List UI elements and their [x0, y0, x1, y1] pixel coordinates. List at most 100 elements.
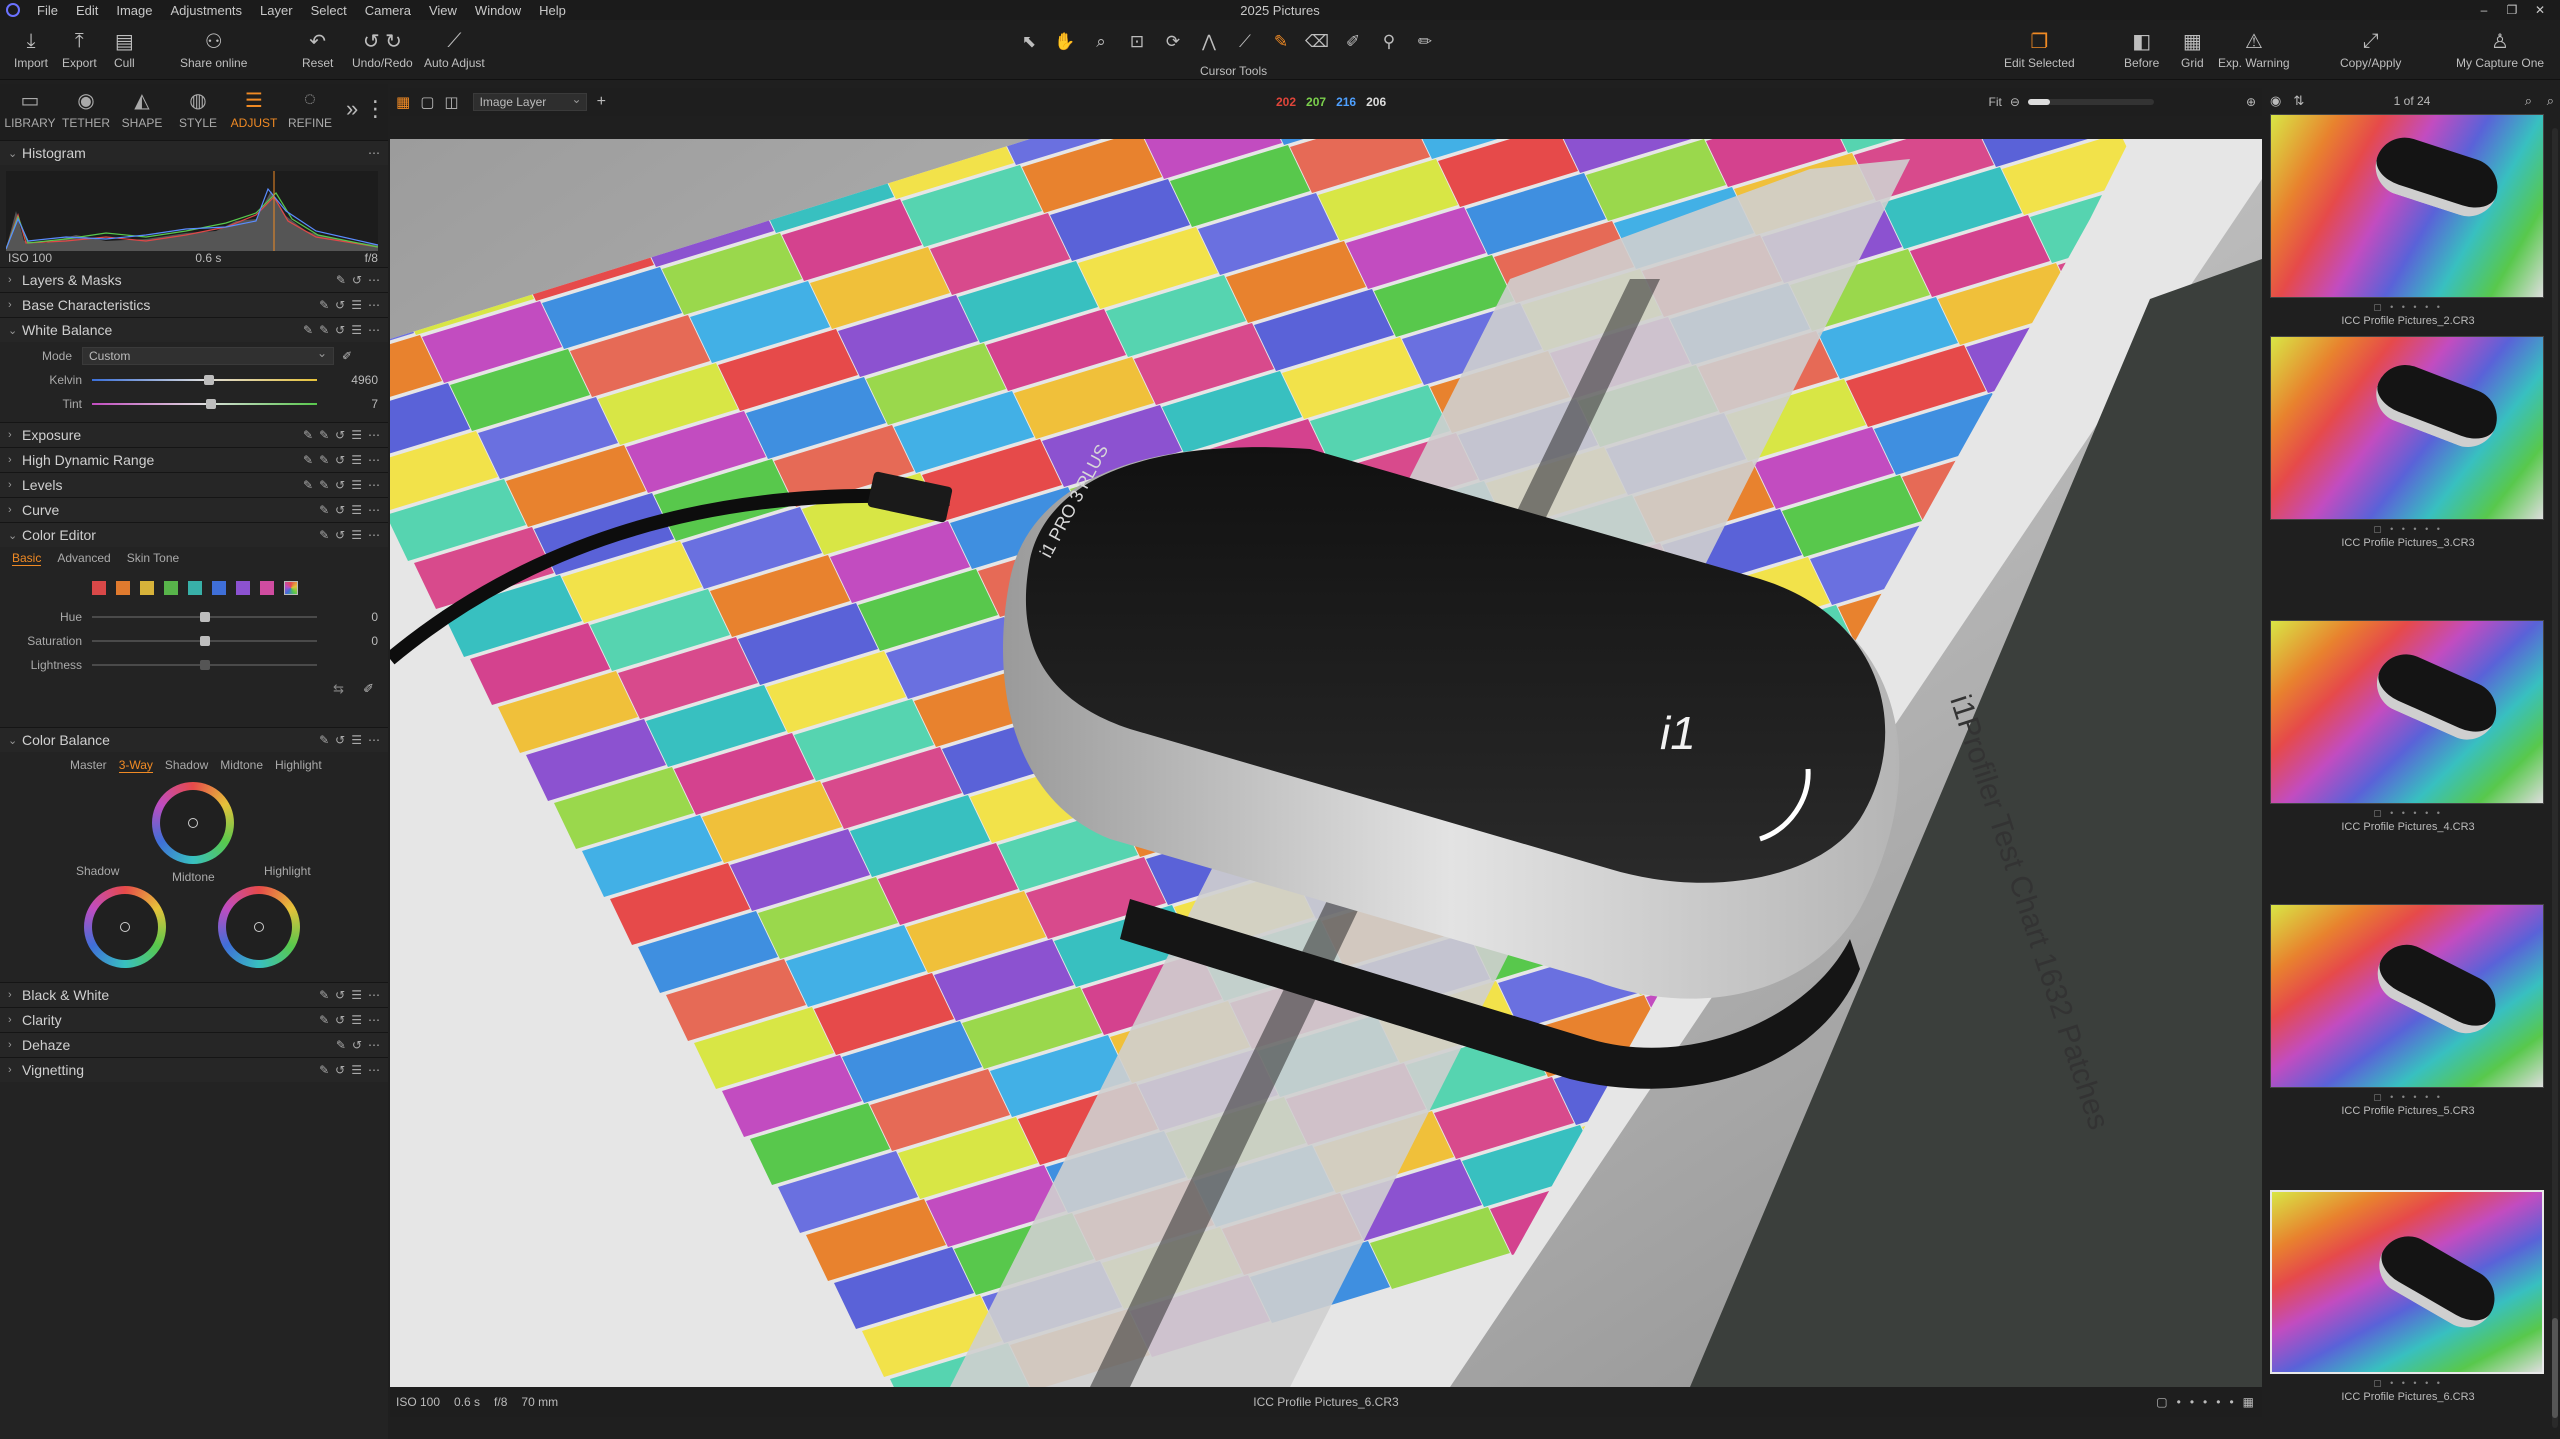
single-view-icon[interactable]: ▢	[420, 93, 434, 111]
tint-slider-handle[interactable]	[205, 399, 216, 409]
menu-camera[interactable]: Camera	[356, 3, 420, 18]
reset-icon[interactable]: ↺	[335, 528, 345, 542]
tab-highlight[interactable]: Highlight	[275, 758, 322, 773]
kelvin-slider[interactable]	[92, 370, 317, 390]
menu-icon[interactable]: ☰	[351, 733, 362, 747]
tab-3-way[interactable]: 3-Way	[118, 758, 153, 773]
more-icon[interactable]: ⋯	[368, 428, 380, 442]
shadow-color-wheel[interactable]	[84, 886, 166, 968]
menu-edit[interactable]: Edit	[67, 3, 107, 18]
select-cursor-icon[interactable]: ⬉	[1014, 32, 1044, 52]
picker-icon[interactable]: ✎	[319, 478, 329, 492]
tint-value[interactable]: 7	[328, 397, 378, 411]
reset-icon[interactable]: ↺	[352, 1038, 362, 1052]
add-layer-icon[interactable]: +	[597, 93, 606, 111]
more-icon[interactable]: ⋯	[368, 453, 380, 467]
share-online-button[interactable]: ⚇ Share online	[180, 26, 247, 71]
saturation-slider[interactable]	[92, 631, 317, 651]
midtone-color-wheel[interactable]	[152, 782, 234, 864]
color-tag-icon[interactable]: ▢	[2156, 1395, 2167, 1409]
brush-icon[interactable]: ✎	[303, 428, 313, 442]
thumbnail-image[interactable]	[2270, 1190, 2544, 1374]
reset-icon[interactable]: ↺	[335, 988, 345, 1002]
section-levels[interactable]: › Levels ✎ ✎ ↺ ☰ ⋯	[0, 472, 388, 497]
tab-advanced[interactable]: Advanced	[57, 551, 110, 566]
menu-icon[interactable]: ☰	[351, 528, 362, 542]
menu-file[interactable]: File	[28, 3, 67, 18]
copy-apply-button[interactable]: ⤢ Copy/Apply	[2340, 26, 2401, 71]
menu-image[interactable]: Image	[107, 3, 161, 18]
thumbnail-rating[interactable]: ▢ • • • • •	[2270, 1092, 2546, 1103]
brush-icon[interactable]: ✎	[319, 733, 329, 747]
more-tabs-icon[interactable]: » ⋮	[346, 84, 386, 122]
hue-slider-handle[interactable]	[200, 612, 210, 622]
brush-icon[interactable]: ✎	[303, 323, 313, 337]
scrollbar-grip[interactable]	[2552, 1318, 2558, 1418]
thumbnail-rating[interactable]: ▢ • • • • •	[2270, 1378, 2546, 1389]
color-swatch[interactable]	[164, 581, 178, 595]
picker-icon[interactable]: ✎	[319, 1063, 329, 1077]
midtone-wheel-handle[interactable]	[188, 818, 198, 828]
more-icon[interactable]: ⋯	[368, 988, 380, 1002]
zoom-slider[interactable]	[2027, 99, 2154, 105]
undo-redo-button[interactable]: ↺ ↻ Undo/Redo	[352, 26, 413, 71]
highlight-wheel-handle[interactable]	[254, 922, 264, 932]
reset-icon[interactable]: ↺	[335, 323, 345, 337]
brush-icon[interactable]: ✎	[303, 453, 313, 467]
thumbnail-image[interactable]	[2270, 620, 2544, 804]
reset-button[interactable]: ↶ Reset	[302, 26, 333, 71]
menu-adjustments[interactable]: Adjustments	[162, 3, 252, 18]
reset-icon[interactable]: ↺	[335, 453, 345, 467]
my-capture-one-button[interactable]: ♙ My Capture One	[2456, 26, 2544, 71]
section-layers-masks[interactable]: › Layers & Masks ✎ ↺ ⋯	[0, 267, 388, 292]
tab-midtone[interactable]: Midtone	[220, 758, 263, 773]
saturation-slider-handle[interactable]	[200, 636, 210, 646]
tab-skin-tone[interactable]: Skin Tone	[127, 551, 179, 566]
section-curve[interactable]: › Curve ✎ ↺ ☰ ⋯	[0, 497, 388, 522]
menu-icon[interactable]: ☰	[351, 323, 362, 337]
star-icon[interactable]: •	[2216, 1395, 2220, 1409]
thumbnail-item[interactable]: ▢ • • • • • ICC Profile Pictures_6.CR3	[2270, 1190, 2546, 1403]
tab-adjust[interactable]: ☰ ADJUST	[226, 84, 282, 130]
minimize-icon[interactable]: –	[2470, 0, 2498, 20]
tab-library[interactable]: ▭ LIBRARY	[2, 84, 58, 130]
picker-icon[interactable]: ⟋	[1230, 32, 1260, 52]
export-button[interactable]: ⤒ Export	[62, 26, 97, 71]
edit-selected-button[interactable]: ❐ Edit Selected	[2004, 26, 2075, 71]
more-icon[interactable]: ⋯	[368, 1038, 380, 1052]
menu-window[interactable]: Window	[466, 3, 530, 18]
tab-style[interactable]: ◍ STYLE	[170, 84, 226, 130]
auto-adjust-button[interactable]: ⟋ Auto Adjust	[424, 26, 485, 71]
menu-icon[interactable]: ☰	[351, 453, 362, 467]
more-icon[interactable]: ⋯	[368, 528, 380, 542]
section-histogram[interactable]: ⌄ Histogram ⋯	[0, 140, 388, 165]
reset-icon[interactable]: ↺	[352, 273, 362, 287]
heal-icon[interactable]: ✐	[1338, 32, 1368, 52]
picker-icon[interactable]: ✎	[319, 528, 329, 542]
swap-icon[interactable]: ⇆	[333, 681, 344, 697]
color-swatch[interactable]	[236, 581, 250, 595]
thumbnail-rating[interactable]: ▢ • • • • •	[2270, 808, 2546, 819]
grid-button[interactable]: ▦ Grid	[2181, 26, 2204, 71]
picker-icon[interactable]: ✎	[319, 503, 329, 517]
lightness-slider-handle[interactable]	[200, 660, 210, 670]
color-swatch[interactable]	[92, 581, 106, 595]
loupe-icon[interactable]: ⌕	[1086, 32, 1116, 52]
tint-slider[interactable]	[92, 394, 317, 414]
reset-icon[interactable]: ↺	[335, 478, 345, 492]
filter-icon[interactable]: ⌕	[2541, 93, 2560, 109]
tab-tether[interactable]: ◉ TETHER	[58, 84, 114, 130]
more-icon[interactable]: ⋯	[368, 1063, 380, 1077]
more-icon[interactable]: ⋯	[368, 503, 380, 517]
tab-refine[interactable]: ◌ REFINE	[282, 84, 338, 130]
exposure-warning-button[interactable]: ⚠ Exp. Warning	[2218, 26, 2290, 71]
picker-icon[interactable]: ✎	[336, 1038, 346, 1052]
more-icon[interactable]: ⋯	[368, 1013, 380, 1027]
thumbnail-item[interactable]: ▢ • • • • • ICC Profile Pictures_4.CR3	[2270, 620, 2546, 833]
lightness-slider[interactable]	[92, 655, 317, 675]
eyedropper-icon[interactable]: ✐	[342, 349, 352, 363]
thumbnail-item[interactable]: ▢ • • • • • ICC Profile Pictures_5.CR3	[2270, 904, 2546, 1117]
thumbnail-rating[interactable]: ▢ • • • • •	[2270, 524, 2546, 535]
star-icon[interactable]: •	[2203, 1395, 2207, 1409]
rotate-icon[interactable]: ⟳	[1158, 32, 1188, 52]
